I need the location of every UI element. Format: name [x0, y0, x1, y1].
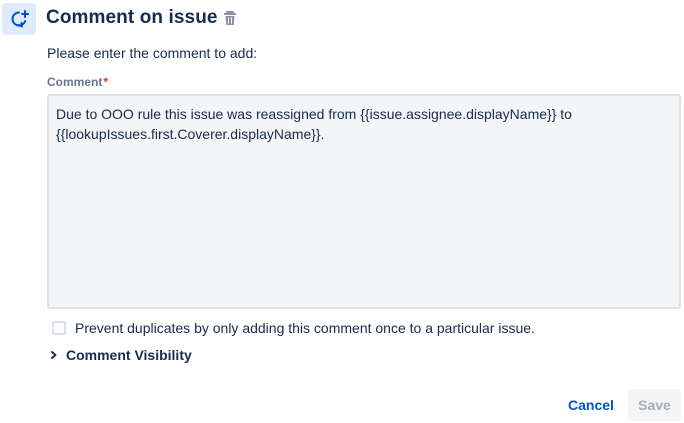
instructions-text: Please enter the comment to add:: [47, 45, 258, 61]
required-marker: *: [103, 75, 109, 89]
comment-visibility-toggle[interactable]: Comment Visibility: [48, 347, 192, 363]
comment-add-icon: [2, 3, 36, 35]
page-title: Comment on issue: [46, 7, 218, 28]
comment-field-label: Comment*: [47, 75, 108, 89]
trash-icon[interactable]: [223, 10, 237, 26]
prevent-duplicates-checkbox[interactable]: [52, 321, 66, 335]
cancel-button[interactable]: Cancel: [562, 389, 620, 421]
comment-label-text: Comment: [47, 75, 103, 89]
comment-on-issue-panel: Comment on issue Please enter the commen…: [0, 0, 684, 423]
prevent-duplicates-label: Prevent duplicates by only adding this c…: [75, 320, 535, 336]
save-button[interactable]: Save: [628, 389, 681, 421]
prevent-duplicates-option[interactable]: Prevent duplicates by only adding this c…: [52, 320, 535, 336]
comment-visibility-label: Comment Visibility: [66, 347, 192, 363]
comment-textarea[interactable]: Due to OOO rule this issue was reassigne…: [47, 94, 681, 309]
chevron-right-icon: [51, 351, 57, 359]
